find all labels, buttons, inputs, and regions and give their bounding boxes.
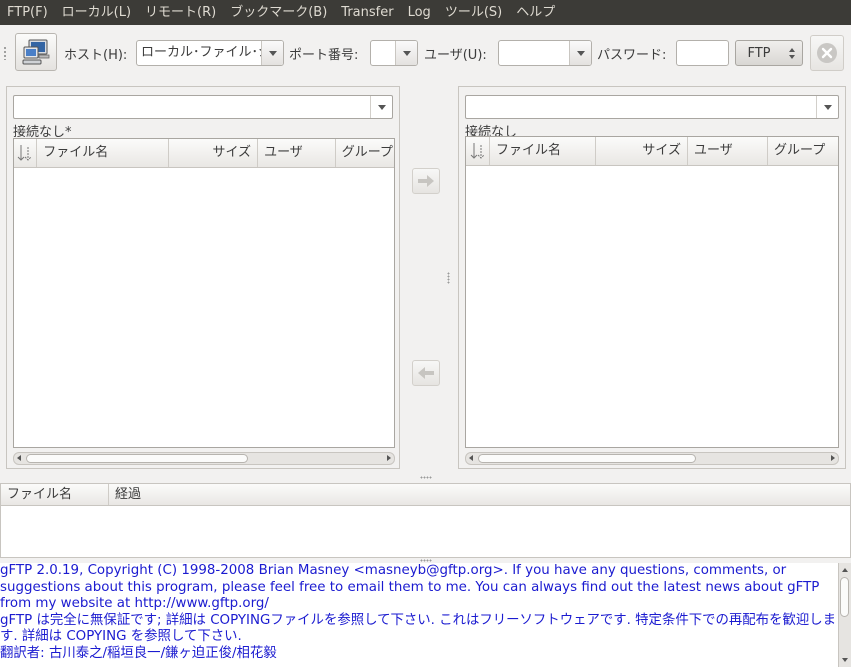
scroll-left-icon[interactable]: [17, 455, 21, 461]
transfer-list-header: ファイル名 経過: [1, 484, 850, 506]
local-sort-column[interactable]: [14, 139, 38, 167]
remote-hscroll-thumb[interactable]: [478, 454, 696, 463]
remote-directory-combo[interactable]: [465, 95, 839, 119]
updown-arrows-icon: [782, 47, 802, 59]
arrow-left-icon: [418, 367, 434, 379]
menu-bookmarks[interactable]: ブックマーク(B): [223, 0, 334, 25]
protocol-value: FTP: [747, 45, 771, 61]
disconnect-button[interactable]: [810, 35, 844, 71]
remote-col-filename[interactable]: ファイル名: [490, 137, 596, 165]
password-input[interactable]: [676, 40, 729, 66]
vertical-divider-grip[interactable]: [420, 476, 432, 479]
user-label: ユーザ(U):: [424, 48, 487, 63]
log-line: gFTP は完全に無保証です; 詳細は COPYINGファイルを参照して下さい.…: [0, 612, 837, 645]
password-label: パスワード:: [597, 48, 667, 63]
menu-local[interactable]: ローカル(L): [55, 0, 138, 25]
local-col-filename[interactable]: ファイル名: [37, 139, 169, 167]
remote-directory-dropdown[interactable]: [816, 96, 838, 118]
local-col-user[interactable]: ユーザ: [258, 139, 336, 167]
chevron-down-icon: [402, 50, 411, 56]
log-view[interactable]: gFTP 2.0.19, Copyright (C) 1998-2008 Bri…: [0, 563, 838, 667]
menu-ftp[interactable]: FTP(F): [0, 0, 55, 25]
scroll-right-icon[interactable]: [831, 455, 835, 461]
host-combo[interactable]: ローカル･ファイル･システム: [136, 40, 284, 66]
local-directory-input[interactable]: [14, 96, 370, 118]
stop-icon: [817, 43, 837, 63]
local-directory-combo[interactable]: [13, 95, 393, 119]
log-vscroll-thumb[interactable]: [840, 577, 849, 617]
upload-button[interactable]: [412, 168, 440, 194]
menu-transfer[interactable]: Transfer: [334, 0, 400, 25]
local-col-group[interactable]: グループ: [336, 139, 394, 167]
log-vscrollbar[interactable]: [838, 563, 851, 667]
remote-col-size[interactable]: サイズ: [596, 137, 688, 165]
host-value[interactable]: ローカル･ファイル･システム: [137, 41, 261, 65]
local-pane: 接続なし* ファイル名 サイズ ユーザ グループ: [6, 86, 400, 469]
sort-arrows-icon: [470, 143, 484, 159]
toolbar: ホスト(H): ローカル･ファイル･システム ポート番号: ユーザ(U): パス…: [0, 25, 851, 82]
transfer-col-progress[interactable]: 経過: [109, 484, 850, 505]
port-dropdown-button[interactable]: [395, 41, 417, 65]
chevron-down-icon: [823, 104, 832, 110]
download-button[interactable]: [412, 360, 440, 386]
transfer-list[interactable]: ファイル名 経過: [0, 483, 851, 558]
log-line: gFTP 2.0.19, Copyright (C) 1998-2008 Bri…: [0, 563, 820, 611]
port-input[interactable]: [371, 41, 395, 65]
local-file-list[interactable]: ファイル名 サイズ ユーザ グループ: [13, 138, 395, 448]
arrow-right-icon: [418, 175, 434, 187]
host-label: ホスト(H):: [64, 48, 128, 63]
menu-remote[interactable]: リモート(R): [138, 0, 223, 25]
remote-hscrollbar[interactable]: [465, 452, 839, 465]
menu-bar: FTP(F) ローカル(L) リモート(R) ブックマーク(B) Transfe…: [0, 0, 851, 25]
local-directory-dropdown[interactable]: [370, 96, 392, 118]
chevron-down-icon: [377, 104, 386, 110]
menu-tools[interactable]: ツール(S): [438, 0, 509, 25]
scroll-up-icon[interactable]: [842, 568, 848, 572]
remote-col-user[interactable]: ユーザ: [688, 137, 768, 165]
menu-help[interactable]: ヘルプ: [509, 0, 562, 25]
pane-divider-grip[interactable]: [447, 272, 450, 284]
remote-file-list[interactable]: ファイル名 サイズ ユーザ グループ: [465, 136, 839, 448]
user-input[interactable]: [499, 41, 569, 65]
chevron-down-icon: [576, 50, 585, 56]
port-combo[interactable]: [370, 40, 418, 66]
protocol-selector[interactable]: FTP: [735, 40, 803, 66]
connect-button[interactable]: [15, 33, 57, 71]
user-combo[interactable]: [498, 40, 592, 66]
remote-directory-input[interactable]: [466, 96, 816, 118]
user-dropdown-button[interactable]: [569, 41, 591, 65]
log-divider-grip[interactable]: [420, 559, 432, 562]
scroll-left-icon[interactable]: [469, 455, 473, 461]
remote-list-header: ファイル名 サイズ ユーザ グループ: [466, 137, 838, 166]
toolbar-grip[interactable]: [3, 46, 7, 60]
chevron-down-icon: [268, 50, 277, 56]
local-list-header: ファイル名 サイズ ユーザ グループ: [14, 139, 394, 168]
menu-log[interactable]: Log: [401, 0, 438, 25]
remote-sort-column[interactable]: [466, 137, 490, 165]
local-hscroll-thumb[interactable]: [26, 454, 248, 463]
log-line: 翻訳者: 古川泰之/稲垣良一/鎌ヶ迫正俊/相花毅: [0, 645, 277, 661]
host-dropdown-button[interactable]: [261, 41, 283, 65]
scroll-down-icon[interactable]: [842, 658, 848, 662]
local-col-size[interactable]: サイズ: [169, 139, 259, 167]
sort-arrows-icon: [17, 145, 32, 161]
remote-col-group[interactable]: グループ: [768, 137, 838, 165]
transfer-col-filename[interactable]: ファイル名: [1, 484, 109, 505]
scroll-right-icon[interactable]: [387, 455, 391, 461]
computer-icon: [22, 39, 50, 65]
port-label: ポート番号:: [289, 48, 359, 63]
local-hscrollbar[interactable]: [13, 452, 395, 465]
remote-pane: 接続なし ファイル名 サイズ ユーザ グループ: [458, 86, 846, 469]
